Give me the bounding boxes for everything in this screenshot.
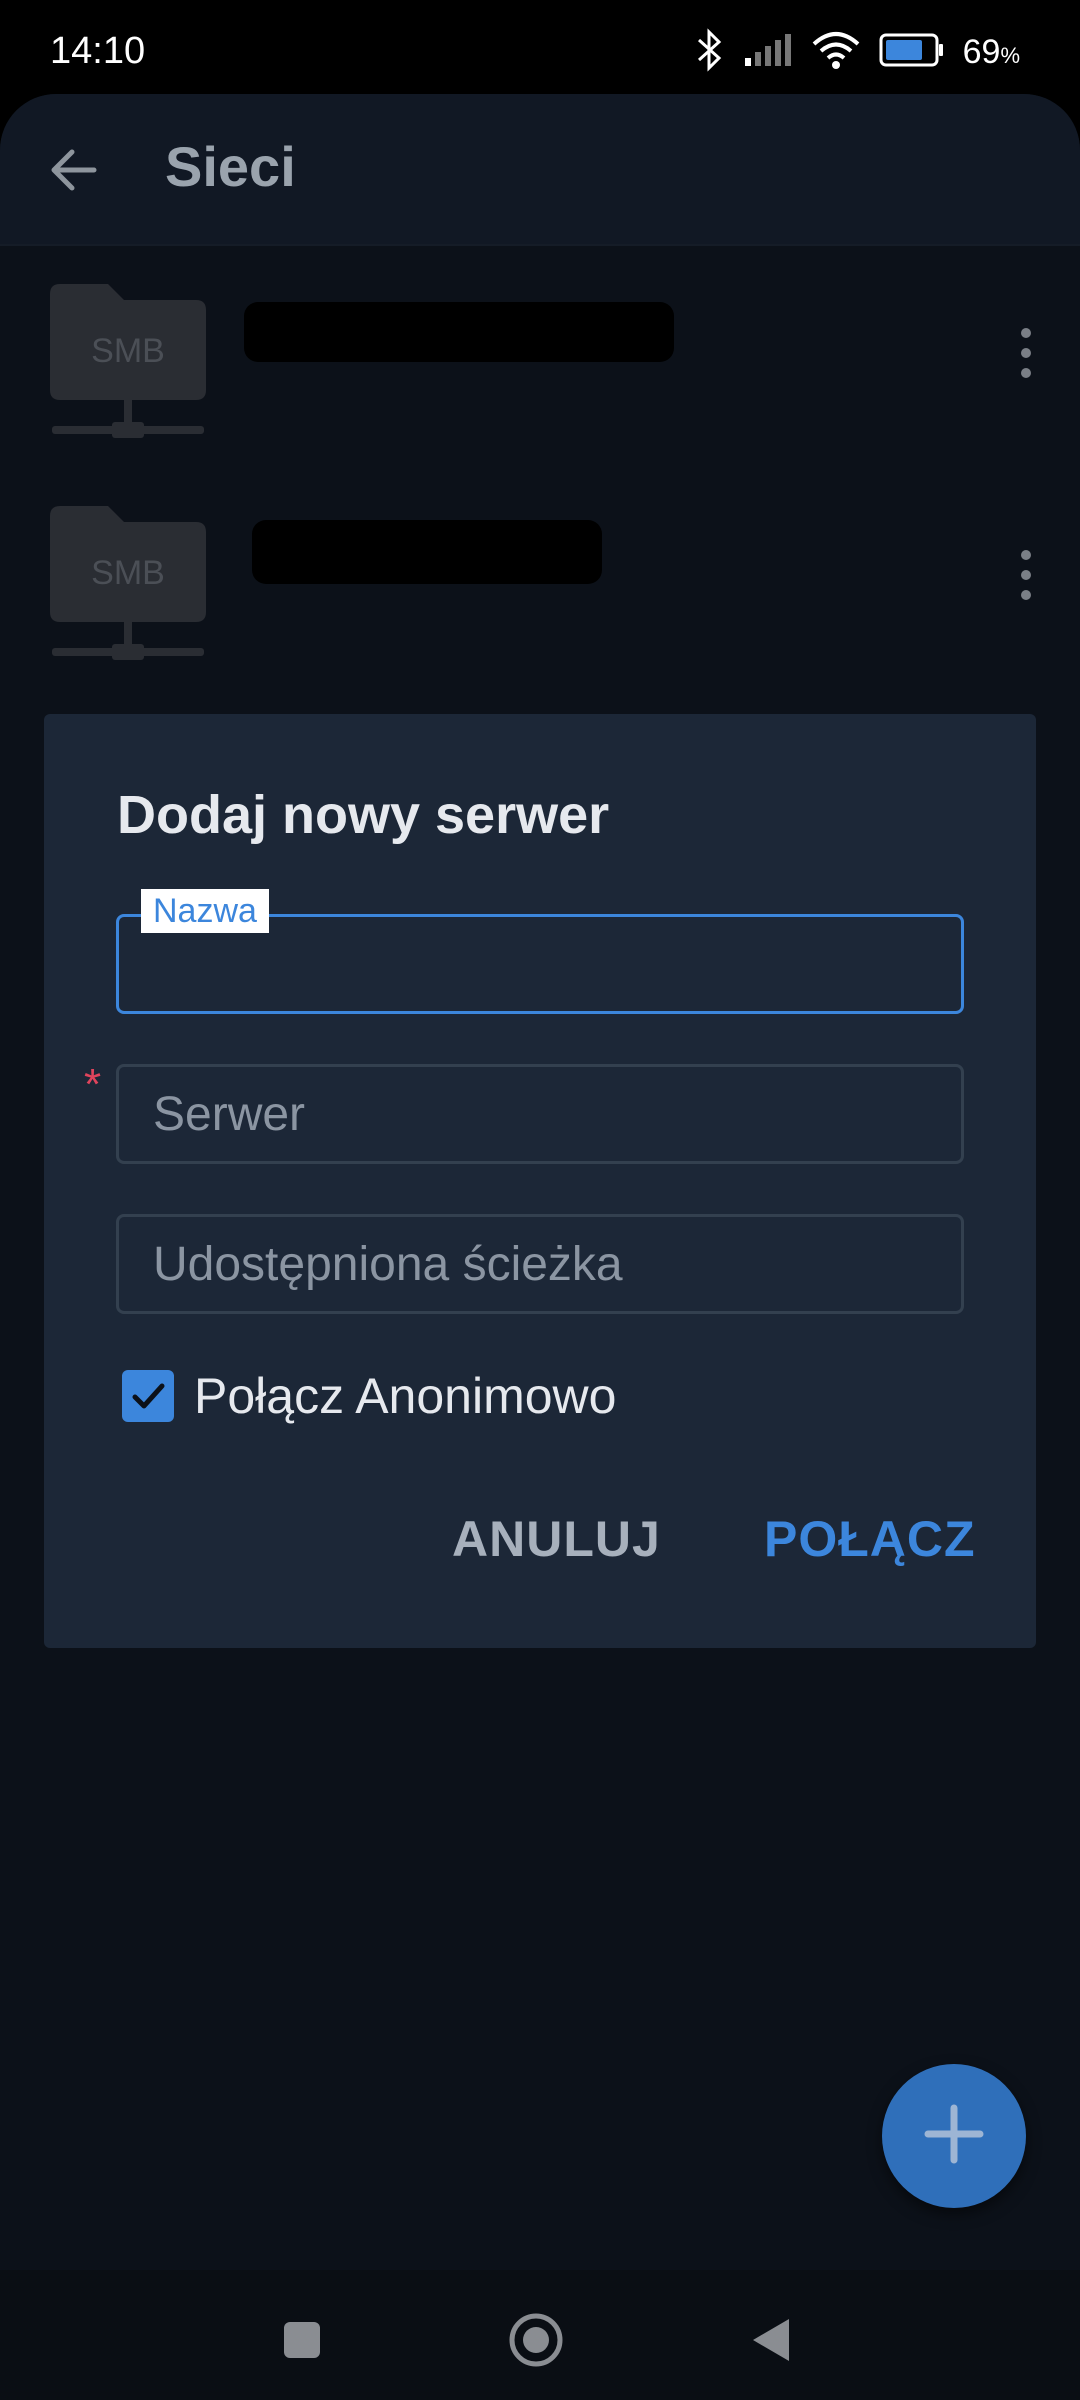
- dialog-title: Dodaj nowy serwer: [117, 785, 610, 845]
- home-circle-icon[interactable]: [506, 2310, 566, 2370]
- check-icon: [132, 1383, 165, 1409]
- smb-label: SMB: [91, 332, 165, 370]
- network-item[interactable]: SMB: [0, 502, 1080, 724]
- battery-icon: [879, 31, 945, 74]
- name-field[interactable]: Nazwa: [116, 889, 964, 1014]
- status-icons: 69%: [695, 28, 1020, 77]
- server-field[interactable]: [116, 1064, 964, 1164]
- share-path-field[interactable]: [116, 1214, 964, 1314]
- back-triangle-icon[interactable]: [740, 2310, 800, 2370]
- anonymous-label: Połącz Anonimowo: [194, 1368, 617, 1424]
- status-time: 14:10: [50, 30, 146, 72]
- wifi-icon: [811, 30, 861, 75]
- recents-square-icon[interactable]: [272, 2310, 332, 2370]
- add-server-dialog: Dodaj nowy serwer Nazwa * Połącz Anonimo…: [44, 714, 1036, 1648]
- redacted-network-name: [244, 302, 674, 362]
- app-bar: Sieci: [0, 94, 1080, 246]
- share-path-input[interactable]: [119, 1217, 961, 1311]
- connect-button[interactable]: POŁĄCZ: [764, 1510, 976, 1568]
- add-server-fab[interactable]: [882, 2064, 1026, 2208]
- smb-folder-icon: SMB: [46, 280, 210, 440]
- system-nav-bar: [0, 2270, 1080, 2400]
- cancel-button[interactable]: ANULUJ: [452, 1510, 661, 1568]
- page-title: Sieci: [165, 135, 296, 198]
- network-item[interactable]: SMB: [0, 280, 1080, 502]
- smb-label: SMB: [91, 554, 165, 592]
- signal-icon: [743, 32, 793, 73]
- required-marker: *: [84, 1060, 102, 1109]
- battery-percent: 69%: [962, 33, 1020, 71]
- more-vertical-icon[interactable]: [1020, 550, 1032, 610]
- redacted-network-name: [252, 520, 602, 584]
- status-bar: 14:10 69%: [0, 0, 1080, 100]
- bluetooth-icon: [695, 28, 725, 77]
- more-vertical-icon[interactable]: [1020, 328, 1032, 388]
- anonymous-option[interactable]: Połącz Anonimowo: [122, 1366, 616, 1426]
- arrow-left-icon[interactable]: [44, 140, 104, 200]
- smb-folder-icon: SMB: [46, 502, 210, 662]
- name-field-label: Nazwa: [141, 889, 269, 933]
- server-input[interactable]: [119, 1067, 961, 1161]
- plus-icon: [922, 2102, 986, 2171]
- anonymous-checkbox[interactable]: [122, 1370, 174, 1422]
